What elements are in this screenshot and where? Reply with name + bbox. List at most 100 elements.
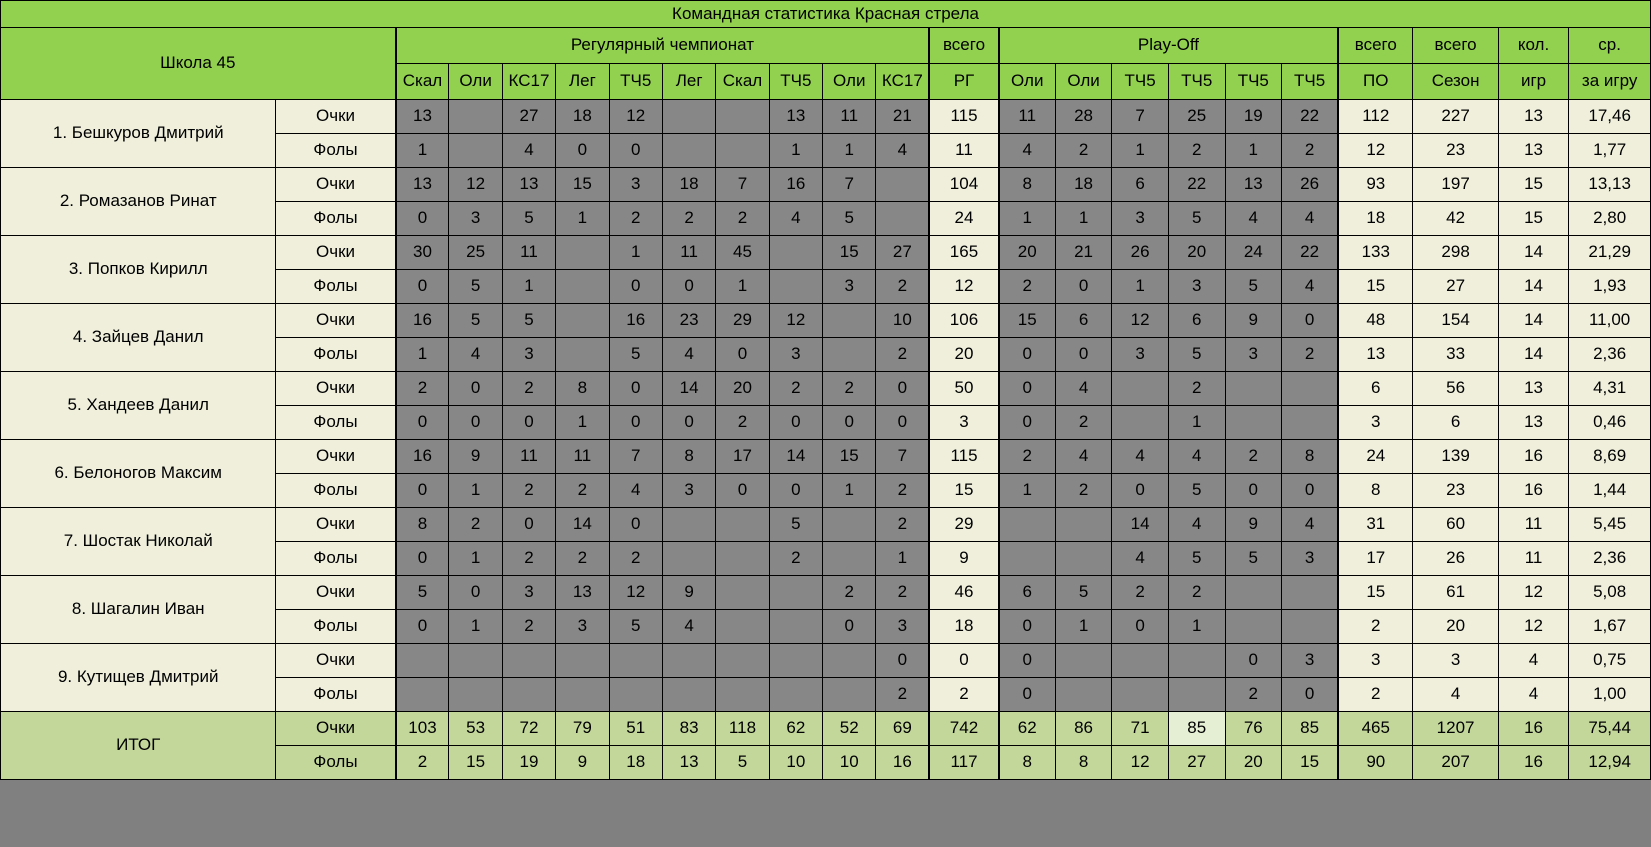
cell-regular-points: 12 <box>768 303 824 338</box>
cell-regular-fouls <box>875 201 930 236</box>
metric-label-fouls: Фолы <box>275 541 397 576</box>
total-cell-regular-fouls: 19 <box>501 745 557 780</box>
cell-avg-fouls: 0,46 <box>1568 405 1651 440</box>
cell-regular-fouls <box>768 269 824 304</box>
cell-total-po-fouls: 3 <box>1337 405 1414 440</box>
cell-games-points: 13 <box>1497 371 1570 406</box>
cell-playoff-points: 20 <box>997 235 1056 270</box>
cell-playoff-points <box>1167 643 1226 678</box>
cell-regular-points: 2 <box>875 507 930 542</box>
cell-playoff-fouls: 0 <box>997 609 1056 644</box>
total-metric-label-points: Очки <box>275 711 397 746</box>
metric-label-points: Очки <box>275 371 397 406</box>
cell-regular-points: 11 <box>661 235 717 270</box>
cell-regular-points: 14 <box>555 507 610 542</box>
cell-regular-fouls: 2 <box>875 337 930 372</box>
cell-games-points: 14 <box>1497 235 1570 270</box>
group-header-avg: ср. <box>1568 27 1651 64</box>
cell-playoff-points: 24 <box>1224 235 1283 270</box>
player-name: 4. Зайцев Данил <box>0 303 277 372</box>
cell-regular-fouls: 1 <box>768 133 824 168</box>
cell-playoff-points: 18 <box>1054 167 1113 202</box>
metric-label-points: Очки <box>275 439 397 474</box>
cell-regular-points: 27 <box>501 99 557 134</box>
metric-label-fouls: Фолы <box>275 201 397 236</box>
total-cell-avg-points: 75,44 <box>1568 711 1651 746</box>
cell-total-po-fouls: 13 <box>1337 337 1414 372</box>
cell-avg-points: 17,46 <box>1568 99 1651 134</box>
cell-playoff-fouls: 4 <box>1111 541 1169 576</box>
cell-playoff-fouls: 2 <box>1281 337 1339 372</box>
cell-regular-points <box>448 643 503 678</box>
cell-playoff-points <box>1281 371 1339 406</box>
cell-regular-points: 14 <box>661 371 717 406</box>
cell-regular-points: 12 <box>608 575 663 610</box>
cell-total-rg-points: 50 <box>928 371 1000 406</box>
cell-total-season-points: 227 <box>1412 99 1499 134</box>
cell-playoff-fouls: 5 <box>1167 541 1226 576</box>
total-cell-regular-fouls: 16 <box>875 745 930 780</box>
cell-regular-fouls: 0 <box>394 201 450 236</box>
cell-playoff-fouls: 1 <box>1054 609 1113 644</box>
cell-playoff-points: 0 <box>997 643 1056 678</box>
cell-total-season-fouls: 27 <box>1412 269 1499 304</box>
cell-total-po-fouls: 2 <box>1337 609 1414 644</box>
cell-total-rg-points: 165 <box>928 235 1000 270</box>
cell-regular-points: 20 <box>715 371 770 406</box>
cell-regular-fouls <box>448 133 503 168</box>
cell-playoff-fouls: 4 <box>1224 201 1283 236</box>
cell-playoff-points: 0 <box>1224 643 1283 678</box>
cell-regular-fouls: 1 <box>394 133 450 168</box>
cell-playoff-fouls: 2 <box>1224 677 1283 712</box>
cell-playoff-fouls: 1 <box>1111 133 1169 168</box>
cell-total-po-points: 93 <box>1337 167 1414 202</box>
table-row: 2. Ромазанов Ринат Очки 13 12 13 15 3 18 7 16 7 104… <box>0 167 1651 236</box>
cell-regular-fouls <box>768 677 824 712</box>
cell-regular-fouls <box>661 133 717 168</box>
cell-regular-points: 9 <box>661 575 717 610</box>
cell-regular-fouls: 0 <box>448 405 503 440</box>
cell-regular-points: 10 <box>875 303 930 338</box>
player-name: 1. Бешкуров Дмитрий <box>0 99 277 168</box>
cell-playoff-fouls: 4 <box>1281 201 1339 236</box>
player-name: 6. Белоногов Максим <box>0 439 277 508</box>
cell-games-points: 13 <box>1497 99 1570 134</box>
column-header-regular-3: КС17 <box>501 63 557 100</box>
group-header-total-po: всего <box>1337 27 1414 64</box>
cell-total-season-points: 3 <box>1412 643 1499 678</box>
cell-regular-fouls: 0 <box>394 405 450 440</box>
cell-regular-fouls: 0 <box>394 473 450 508</box>
group-header-games: кол. <box>1497 27 1570 64</box>
metric-label-fouls: Фолы <box>275 269 397 304</box>
cell-avg-fouls: 1,93 <box>1568 269 1651 304</box>
cell-playoff-fouls: 2 <box>997 269 1056 304</box>
sheet-background-filler <box>0 780 1651 840</box>
cell-total-rg-points: 46 <box>928 575 1000 610</box>
player-name: 2. Ромазанов Ринат <box>0 167 277 236</box>
cell-total-rg-points: 115 <box>928 99 1000 134</box>
metric-label-fouls: Фолы <box>275 133 397 168</box>
cell-regular-points: 15 <box>822 235 877 270</box>
cell-regular-points <box>768 235 824 270</box>
metric-label-fouls: Фолы <box>275 405 397 440</box>
cell-playoff-fouls: 0 <box>1111 609 1169 644</box>
cell-total-rg-points: 104 <box>928 167 1000 202</box>
cell-regular-fouls: 1 <box>394 337 450 372</box>
cell-regular-fouls: 0 <box>394 609 450 644</box>
page-title: Командная статистика Красная стрела <box>0 0 1651 28</box>
cell-regular-fouls: 0 <box>555 133 610 168</box>
cell-regular-fouls: 0 <box>608 405 663 440</box>
total-cell-total-rg-fouls: 117 <box>928 745 1000 780</box>
cell-playoff-points: 4 <box>1167 439 1226 474</box>
cell-games-fouls: 12 <box>1497 609 1570 644</box>
cell-total-po-points: 31 <box>1337 507 1414 542</box>
cell-regular-fouls: 4 <box>661 337 717 372</box>
column-header-regular-6: Лег <box>661 63 717 100</box>
cell-avg-points: 5,45 <box>1568 507 1651 542</box>
player-name: 7. Шостак Николай <box>0 507 277 576</box>
cell-regular-fouls <box>715 609 770 644</box>
column-header-regular-9: Оли <box>822 63 877 100</box>
cell-playoff-fouls: 3 <box>1224 337 1283 372</box>
cell-playoff-points: 4 <box>1054 439 1113 474</box>
cell-regular-points: 0 <box>448 575 503 610</box>
